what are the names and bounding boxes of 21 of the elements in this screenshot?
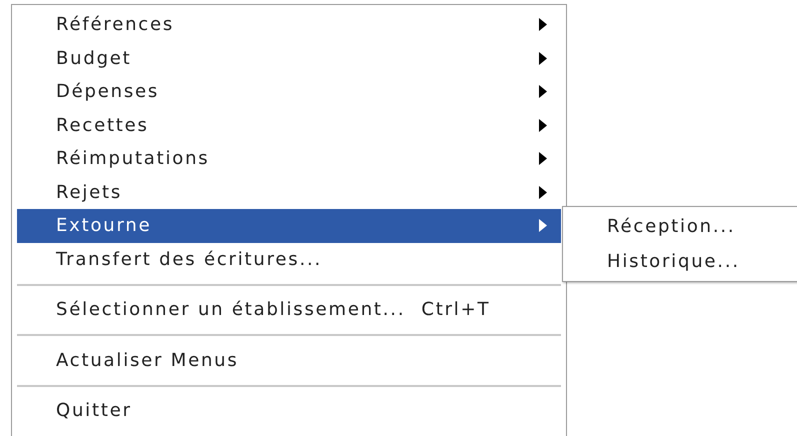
menu-item[interactable]: Références [17,8,561,42]
menu-item[interactable]: Sélectionner un établissement... Ctrl+T [17,293,561,326]
submenu-item[interactable]: Historique... [563,244,797,279]
menu-item[interactable]: Quitter [17,394,561,428]
menu-item[interactable]: Transfert des écritures... [17,242,561,276]
submenu-arrow-icon [539,118,547,132]
menu-item[interactable]: Extourne [17,209,561,242]
submenu-arrow-icon [539,85,547,98]
submenu-item[interactable]: Réception... [563,209,797,244]
menu-item[interactable]: Budget [17,42,561,75]
submenu-arrow-icon [539,219,547,232]
submenu-arrow-icon [539,18,547,32]
menu-item[interactable]: Actualiser Menus [17,344,561,377]
submenu-arrow-icon [539,186,547,199]
shortcut-label: Ctrl+T [421,298,490,322]
menu-item[interactable]: Réimputations [17,142,561,176]
submenu-arrow-icon [539,52,547,65]
submenu-arrow-icon [539,152,547,166]
menu-item[interactable]: Recettes [17,108,561,142]
menu-item[interactable]: Rejets [17,176,561,209]
menu-item[interactable]: Dépenses [17,75,561,108]
